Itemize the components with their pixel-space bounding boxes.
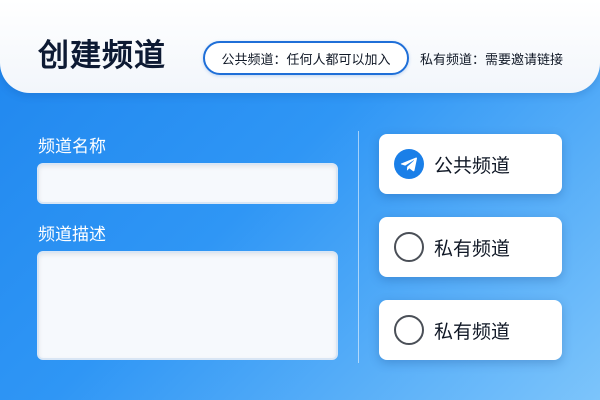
option-label: 公共频道 (434, 155, 511, 177)
channel-description-label: 频道描述 (38, 225, 106, 245)
option-private-channel-2[interactable]: 私有频道 (379, 300, 562, 360)
header-bar: 创建频道 公共频道：任何人都可以加入 私有频道：需要邀请链接 (0, 0, 600, 93)
option-label: 私有频道 (434, 321, 511, 343)
private-channel-hint: 私有频道：需要邀请链接 (420, 53, 564, 68)
telegram-plane-icon (394, 149, 424, 179)
divider (358, 131, 359, 363)
option-public-channel[interactable]: 公共频道 (379, 134, 562, 194)
channel-name-label: 频道名称 (38, 137, 106, 157)
channel-name-input[interactable] (37, 163, 338, 204)
page-title: 创建频道 (38, 38, 166, 74)
channel-description-textarea[interactable] (37, 251, 338, 360)
option-private-channel[interactable]: 私有频道 (379, 217, 562, 277)
radio-empty-icon (394, 315, 424, 345)
radio-empty-icon (394, 232, 424, 262)
public-channel-hint: 公共频道：任何人都可以加入 (203, 41, 409, 75)
option-label: 私有频道 (434, 238, 511, 260)
